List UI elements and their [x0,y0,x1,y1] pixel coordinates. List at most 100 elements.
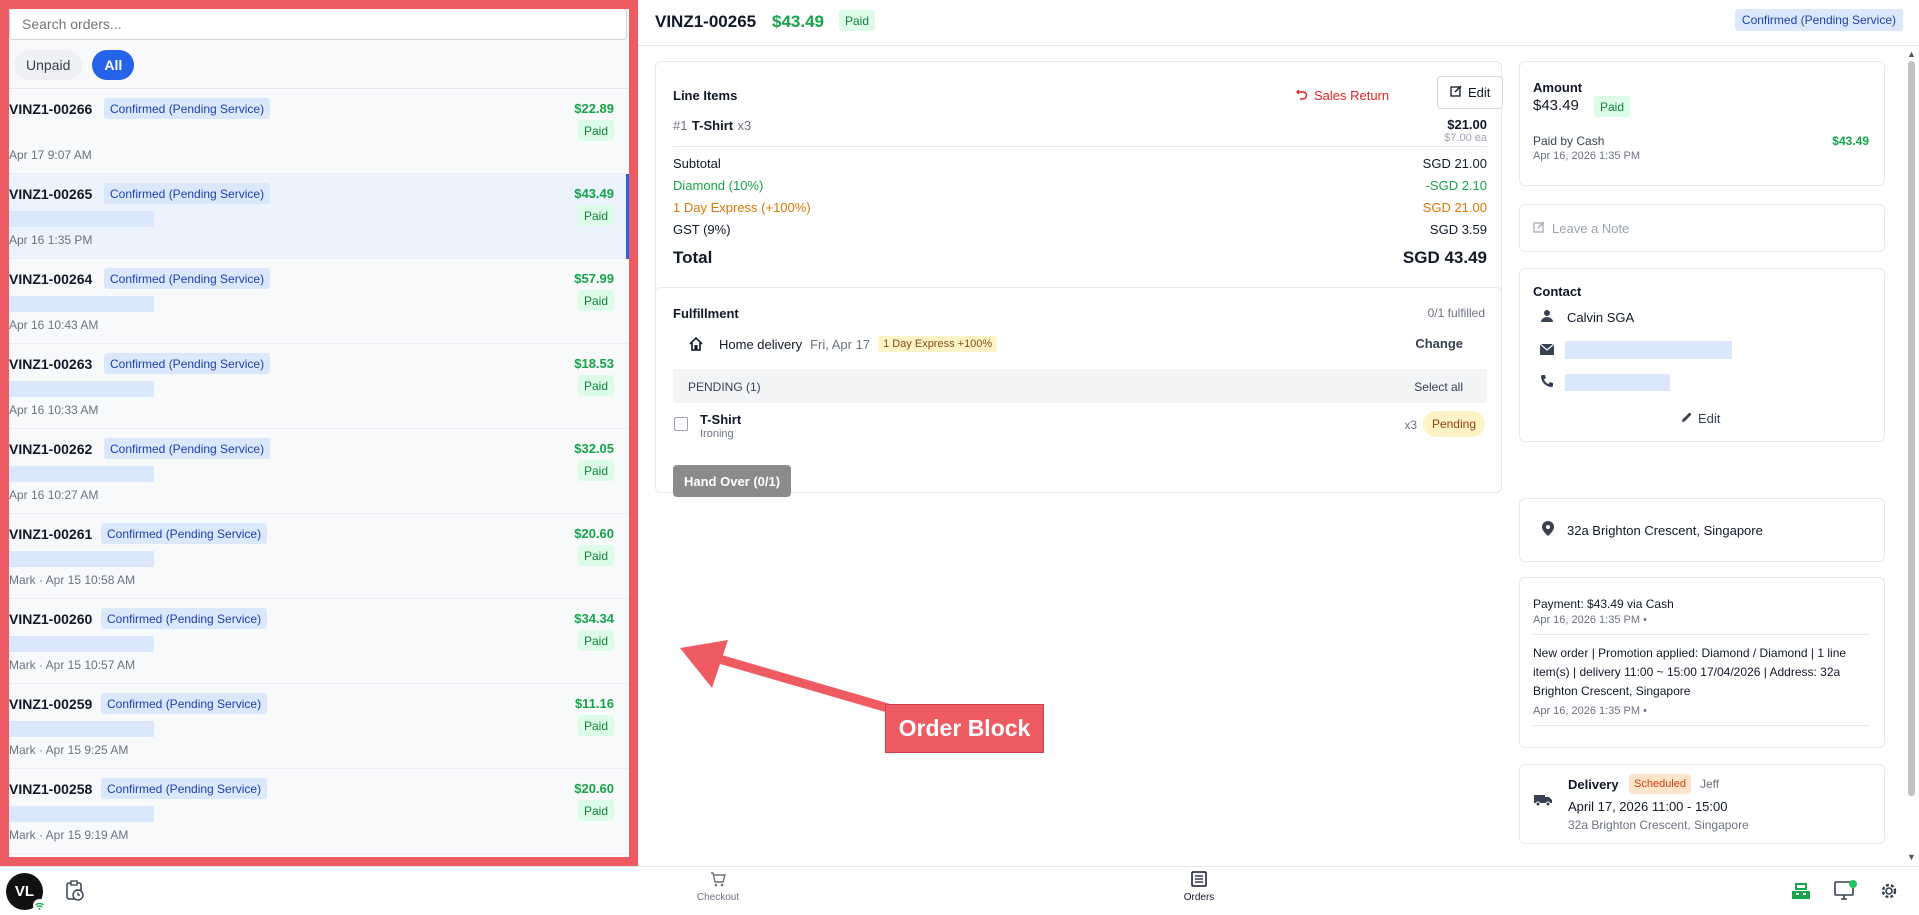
leave-note-input[interactable]: Leave a Note [1533,221,1629,236]
sales-return-button[interactable]: Sales Return [1296,88,1389,103]
order-status-badge: Confirmed (Pending Service) [101,693,268,714]
order-list-item[interactable]: VINZ1-00261 Confirmed (Pending Service) Ma… [9,514,629,599]
app-root: Unpaid All VINZ1-00266 Confirmed (Pending… [0,0,1919,915]
contact-email-redacted [1565,341,1732,359]
subtotal-value: SGD 21.00 [1422,156,1487,171]
order-date: Apr 17 9:07 AM [9,148,92,162]
paid-badge: Paid [577,715,614,736]
nav-orders[interactable]: Orders [1159,871,1239,903]
scrollbar-thumb[interactable] [1908,61,1915,796]
order-date: Apr 16 1:35 PM [9,233,93,247]
order-date: Mark · Apr 15 9:19 AM [9,828,129,842]
express-row: 1 Day Express (+100%) SGD 21.00 [673,200,1487,215]
customer-name-redacted [9,721,154,737]
order-amount: $20.60 [574,526,614,541]
change-delivery-button[interactable]: Change [1415,336,1463,351]
order-status-badge: Confirmed (Pending Service) [104,438,271,459]
order-date: Mark · Apr 15 10:58 AM [9,573,136,587]
order-id: VINZ1-00261 [9,526,93,542]
line-items-title: Line Items [673,88,738,103]
order-list-item[interactable]: VINZ1-00258 Confirmed (Pending Service) Ma… [9,769,629,854]
order-list-item[interactable]: VINZ1-00262 Confirmed (Pending Service) Ap… [9,429,629,514]
gst-row: GST (9%) SGD 3.59 [673,222,1487,237]
order-status-badge: Confirmed (Pending Service) [104,183,271,204]
discount-label: Diamond (10%) [673,178,764,193]
address-text: 32a Brighton Crescent, Singapore [1567,523,1763,538]
search-orders-input[interactable] [9,8,627,40]
subtotal-row: Subtotal SGD 21.00 [673,156,1487,171]
pending-status-badge: Pending [1422,411,1485,437]
total-value: SGD 43.49 [1402,248,1487,267]
nav-checkout[interactable]: Checkout [678,871,758,903]
payment-method: Paid by Cash [1533,134,1605,148]
order-status-badge: Confirmed (Pending Service) [101,778,268,799]
order-list-item[interactable]: VINZ1-00259 Confirmed (Pending Service) Ma… [9,684,629,769]
orders-sidebar: Unpaid All VINZ1-00266 Confirmed (Pending… [0,0,638,866]
order-id: VINZ1-00263 [9,356,93,372]
line-item-row[interactable]: #1 T-Shirt x3 $21.00 $7.00 ea [673,117,1487,147]
amount-title: Amount [1533,80,1583,95]
gst-label: GST (9%) [673,222,731,237]
edit-line-items-button[interactable]: Edit [1437,76,1504,109]
discount-value: -SGD 2.10 [1425,178,1487,193]
order-amount: $22.89 [574,101,614,116]
delivery-method-row: Home delivery Fri, Apr 17 1 Day Express … [673,330,1487,358]
order-amount: $32.05 [574,441,614,456]
contact-card: Contact Calvin SGA Edit [1519,268,1885,442]
paid-badge: Paid [577,545,614,566]
filter-all-button[interactable]: All [92,50,135,80]
paid-badge: Paid [839,10,876,31]
activity-new-order-date: Apr 16, 2026 1:35 PM • [1533,705,1647,717]
order-list-item[interactable]: VINZ1-00260 Confirmed (Pending Service) Ma… [9,599,629,684]
order-list-item[interactable]: VINZ1-00263 Confirmed (Pending Service) Ap… [9,344,629,429]
order-amount: $18.53 [574,356,614,371]
settings-gear-icon[interactable] [1879,881,1899,906]
scroll-down-arrow[interactable]: ▼ [1907,852,1916,862]
orders-list-icon [1191,871,1207,890]
express-badge: 1 Day Express +100% [878,336,998,352]
order-date: Apr 16 10:33 AM [9,403,99,417]
payment-date: Apr 16, 2026 1:35 PM [1533,150,1641,162]
scroll-up-arrow[interactable]: ▲ [1907,49,1916,59]
clock-history-icon[interactable] [65,880,85,907]
order-list-item[interactable]: VINZ1-00266 Confirmed (Pending Service) Ap… [9,89,629,174]
order-date: Mark · Apr 15 9:25 AM [9,743,129,757]
order-amount: $43.49 [772,12,824,31]
subtotal-label: Subtotal [673,156,721,171]
pending-label: PENDING (1) [688,380,761,394]
total-row: Total SGD 43.49 [673,248,1487,268]
gst-value: SGD 3.59 [1429,222,1487,237]
display-monitor-icon[interactable] [1834,880,1858,905]
cash-register-icon[interactable] [1790,879,1812,906]
hand-over-button[interactable]: Hand Over (0/1) [673,465,792,497]
line-item-qty: x3 [737,118,752,133]
contact-title: Contact [1533,284,1582,299]
order-date: Apr 16 10:27 AM [9,488,99,502]
contact-edit-button[interactable]: Edit [1681,411,1720,426]
customer-name-redacted [9,211,154,227]
filter-unpaid-button[interactable]: Unpaid [14,50,83,80]
pending-item-service: Ironing [700,428,734,440]
delivery-date: Fri, Apr 17 [810,336,871,352]
order-list-item[interactable]: VINZ1-00265 Confirmed (Pending Service) Ap… [9,174,629,259]
location-pin-icon [1542,521,1554,541]
item-checkbox[interactable] [674,417,688,431]
select-all-button[interactable]: Select all [1414,380,1463,394]
paid-badge: Paid [577,290,614,311]
edit-label: Edit [1468,85,1491,100]
order-id: VINZ1-00266 [9,101,93,117]
order-id: VINZ1-00258 [9,781,93,797]
payment-method-amount: $43.49 [1832,134,1869,148]
detail-scrollbar[interactable]: ▲ ▼ [1904,46,1919,866]
amount-paid-badge: Paid [1594,96,1631,117]
paid-badge: Paid [577,630,614,651]
leave-note-card[interactable]: Leave a Note [1519,204,1885,252]
order-date: Mark · Apr 15 10:57 AM [9,658,136,672]
order-amount: $11.16 [574,696,614,711]
delivery-card[interactable]: Delivery Scheduled Jeff April 17, 2026 1… [1519,764,1885,844]
pending-group-header: PENDING (1) Select all [673,369,1487,403]
customer-name-redacted [9,551,154,567]
annotation-label: Order Block [885,704,1044,753]
pending-item-row: T-Shirt Ironing x3 Pending [673,411,1487,451]
order-list-item[interactable]: VINZ1-00264 Confirmed (Pending Service) Ap… [9,259,629,344]
